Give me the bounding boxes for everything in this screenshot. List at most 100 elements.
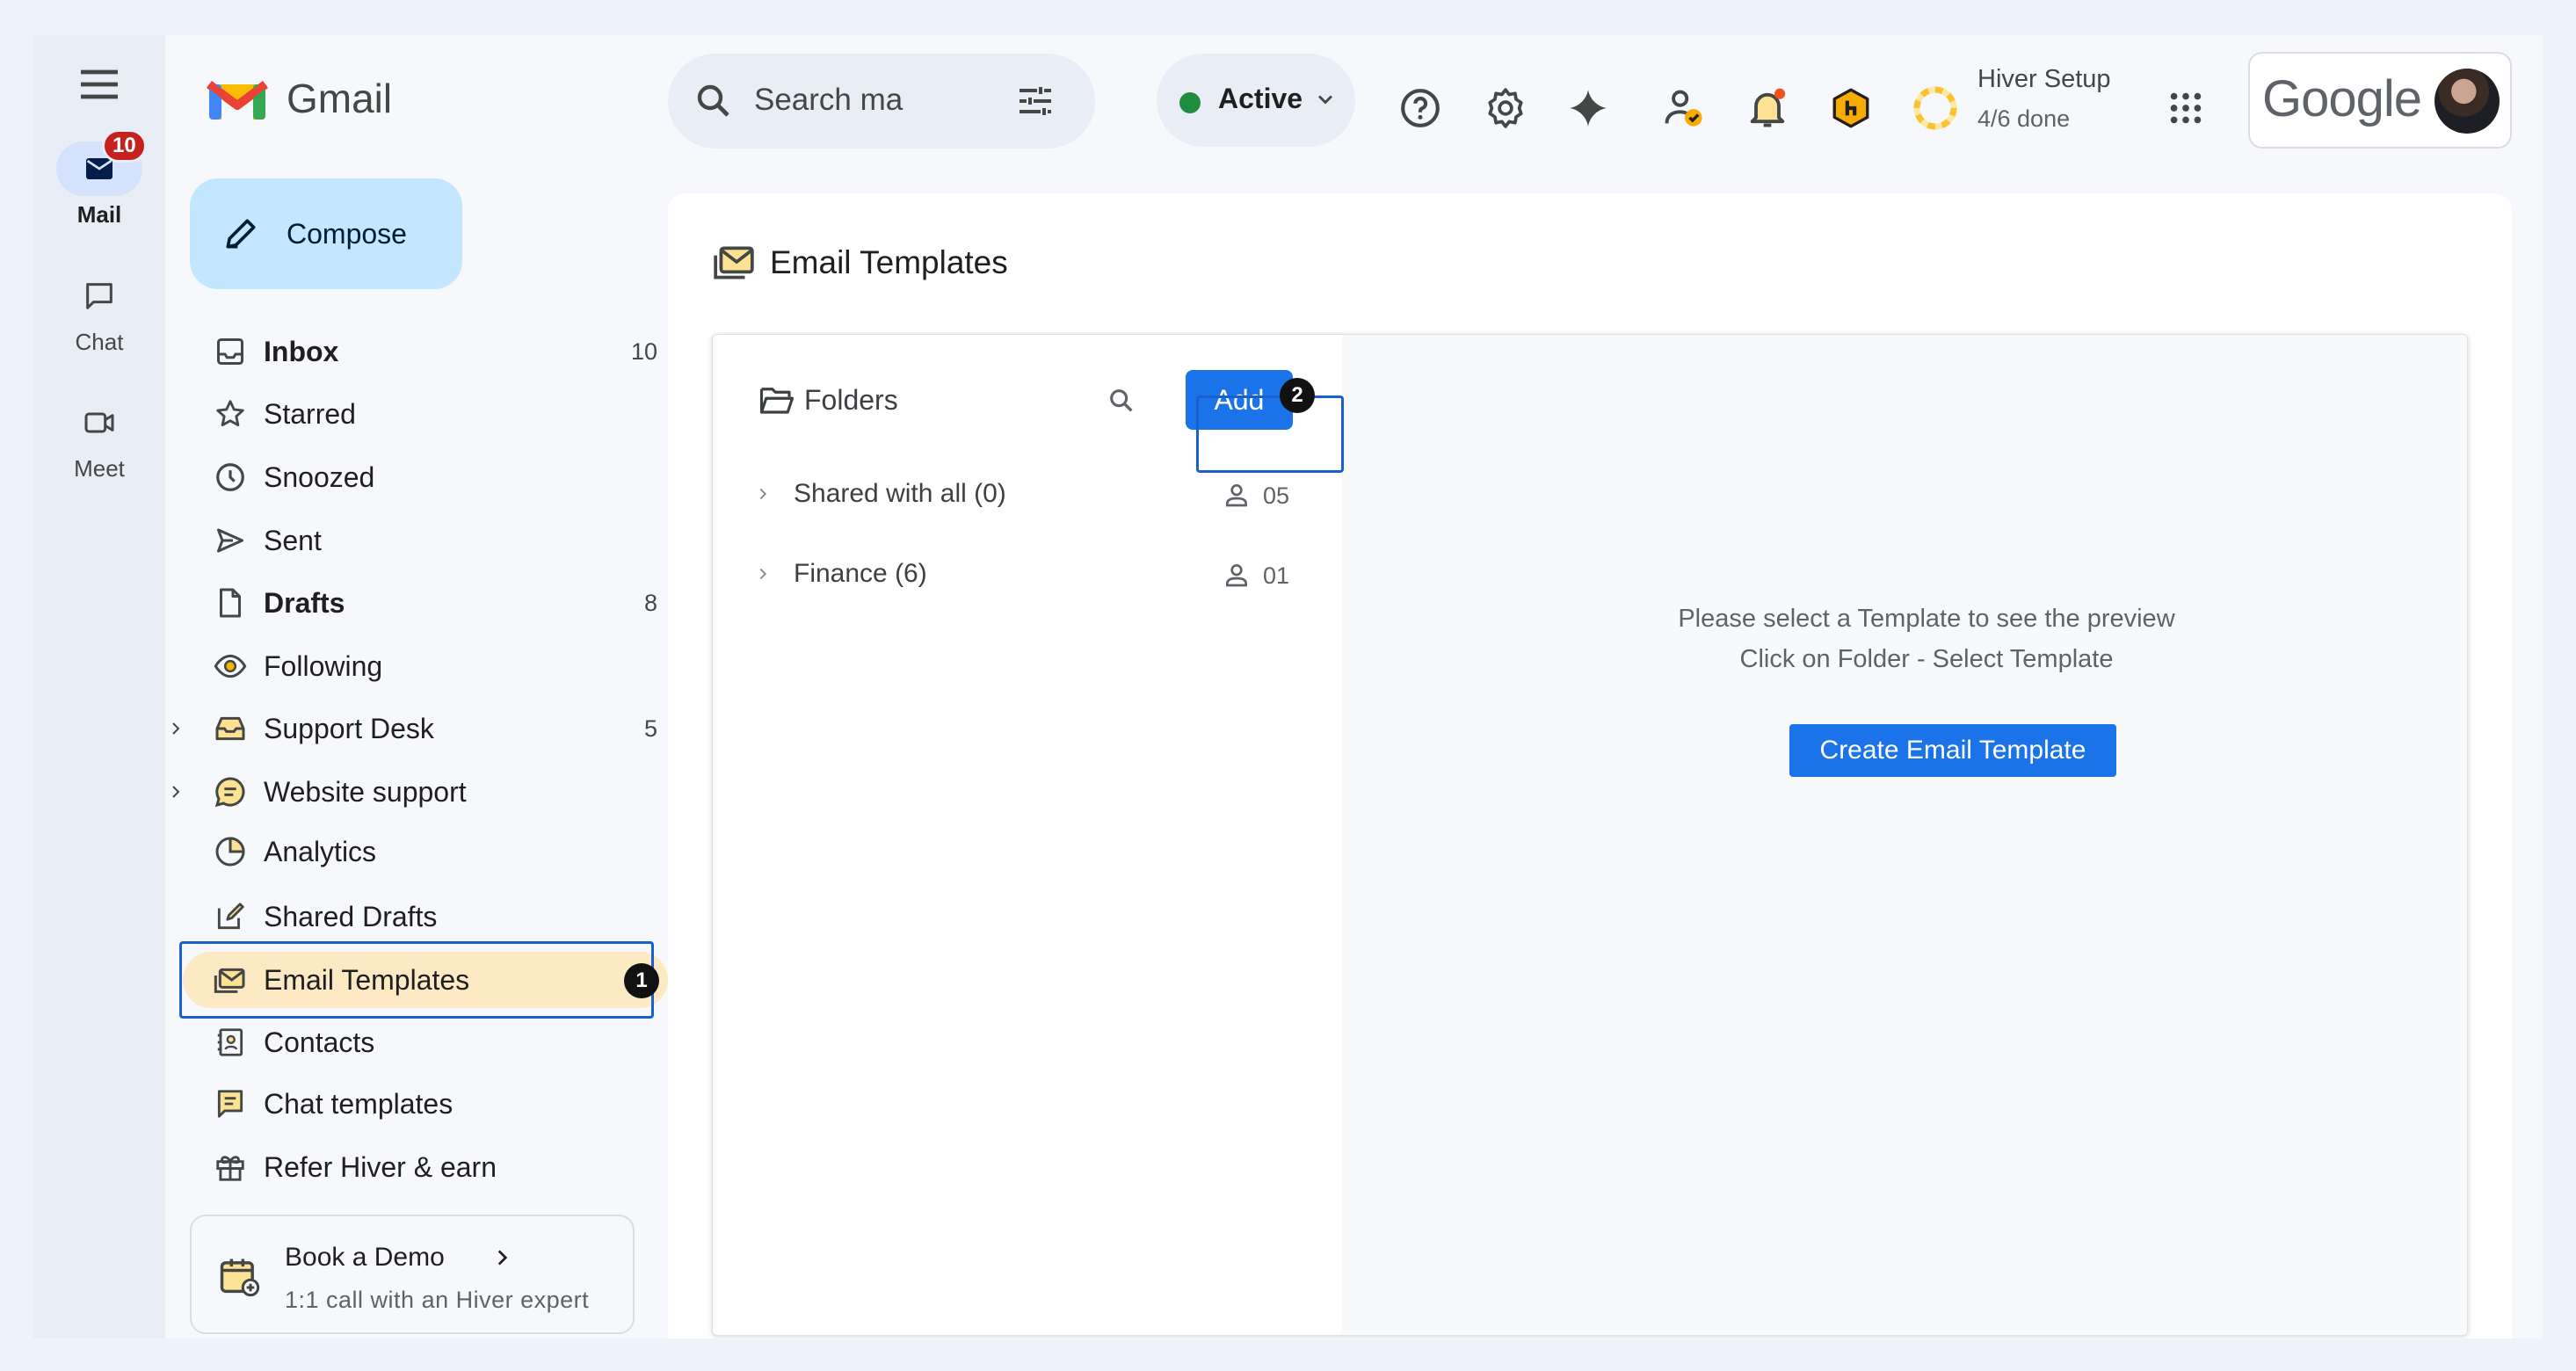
star-icon (213, 396, 248, 432)
rail-mail[interactable]: 10 Mail (33, 129, 165, 228)
status-label: Active (1218, 83, 1303, 114)
sidebar-item-analytics[interactable]: Analytics (183, 823, 668, 880)
sidebar-item-label: Refer Hiver & earn (264, 1150, 497, 1183)
hiver-setup-progress: 4/6 done (1977, 105, 2071, 132)
book-demo-subtitle: 1:1 call with an Hiver expert (285, 1287, 590, 1313)
user-icon (1223, 481, 1251, 509)
search-bar[interactable]: Search ma (668, 54, 1095, 149)
sidebar-item-sent[interactable]: Sent (183, 512, 668, 569)
gift-icon (213, 1150, 248, 1185)
app-rail: 10 Mail Chat Meet (33, 35, 165, 1338)
draft-count: 8 (643, 589, 657, 616)
folder-user-count: 05 (1263, 482, 1290, 509)
chevron-right-icon (490, 1246, 513, 1269)
rail-mail-label: Mail (76, 201, 122, 228)
folder-name: Shared with all (0) (794, 479, 1006, 508)
folder-open-icon (758, 384, 795, 416)
search-options-icon[interactable] (1014, 80, 1056, 122)
hiver-setup-title[interactable]: Hiver Setup (1977, 65, 2111, 94)
create-email-template-button[interactable]: Create Email Template (1789, 724, 2116, 777)
sidebar-item-chat-templates[interactable]: Chat templates (183, 1076, 668, 1132)
sidebar-item-snoozed[interactable]: Snoozed (183, 449, 668, 505)
send-icon (213, 523, 248, 558)
sidebar-item-label: Snoozed (264, 461, 375, 493)
gmail-wordmark: Gmail (287, 76, 393, 121)
step-marker-2: 2 (1280, 378, 1315, 413)
hiver-shield-icon[interactable] (1826, 83, 1876, 133)
status-dot (1179, 92, 1201, 113)
rail-chat[interactable]: Chat (33, 269, 165, 356)
status-selector[interactable]: Active (1157, 54, 1355, 147)
sidebar-item-label: Following (264, 649, 383, 682)
chevron-right-icon[interactable] (753, 564, 773, 584)
sidebar-item-inbox[interactable]: Inbox 10 (183, 323, 668, 380)
sidebar-item-label: Analytics (264, 835, 377, 867)
calendar-add-icon (216, 1253, 262, 1299)
sidebar-item-starred[interactable]: Starred (183, 386, 668, 442)
unread-count: 10 (630, 337, 657, 365)
pie-chart-icon (213, 834, 248, 869)
folder-row[interactable]: Finance (6) 01 (713, 548, 1342, 601)
settings-gear-icon[interactable] (1481, 83, 1530, 133)
pencil-icon (221, 214, 260, 253)
preview-empty-message: Please select a Template to see the prev… (1678, 605, 2175, 633)
highlight-add-button (1196, 395, 1344, 473)
sidebar-item-contacts[interactable]: Contacts (183, 1014, 668, 1070)
clock-icon (213, 460, 248, 495)
apps-grid-icon[interactable] (2161, 83, 2210, 133)
chevron-right-icon[interactable] (165, 781, 186, 802)
search-input[interactable]: Search ma (754, 83, 903, 118)
shared-inbox-icon (213, 711, 248, 746)
google-wordmark: Google (2262, 70, 2422, 127)
gmail-m-icon (206, 74, 269, 123)
folder-user-count: 01 (1263, 562, 1290, 589)
eye-icon (213, 649, 248, 684)
user-icon (1223, 561, 1251, 589)
main-menu-icon[interactable] (75, 60, 124, 109)
sidebar-item-support-desk[interactable]: Support Desk 5 (172, 700, 668, 757)
chat-template-icon (213, 1086, 248, 1121)
draft-icon (213, 585, 248, 620)
folder-name: Finance (6) (794, 559, 927, 588)
inbox-icon (213, 334, 248, 369)
rail-meet[interactable]: Meet (33, 395, 165, 482)
notifications-bell-icon[interactable] (1743, 83, 1792, 133)
agent-availability-icon[interactable] (1659, 83, 1709, 133)
help-icon[interactable] (1396, 83, 1445, 133)
mail-unread-badge: 10 (102, 129, 147, 163)
avatar[interactable] (2435, 69, 2500, 134)
chevron-right-icon[interactable] (753, 484, 773, 504)
compose-label: Compose (287, 217, 407, 250)
mail-template-icon (712, 243, 756, 283)
sidebar-item-label: Drafts (264, 586, 345, 619)
sidebar-item-label: Support Desk (264, 712, 434, 744)
sidebar-item-label: Shared Drafts (264, 900, 438, 932)
sidebar-item-label: Inbox (264, 335, 339, 367)
sidebar-item-label: Sent (264, 524, 322, 556)
folder-row[interactable]: Shared with all (0) 05 (713, 468, 1342, 521)
sidebar-item-label: Website support (264, 775, 467, 808)
book-demo-card[interactable]: Book a Demo 1:1 call with an Hiver exper… (190, 1215, 635, 1334)
chevron-right-icon[interactable] (165, 718, 186, 739)
search-icon[interactable] (1107, 386, 1136, 416)
setup-progress-ring-icon[interactable] (1911, 83, 1960, 133)
contacts-icon (213, 1025, 248, 1060)
account-switcher[interactable]: Google (2248, 52, 2512, 149)
search-icon (693, 80, 735, 122)
compose-button[interactable]: Compose (190, 178, 462, 289)
gmail-logo[interactable]: Gmail (206, 74, 392, 123)
book-demo-title: Book a Demo (285, 1243, 445, 1272)
chat-bubble-icon (213, 774, 248, 809)
sidebar-item-following[interactable]: Following (183, 638, 668, 694)
folders-heading: Folders (804, 384, 898, 416)
chat-icon (82, 279, 117, 314)
gemini-sparkle-icon[interactable] (1564, 83, 1613, 133)
sidebar-item-refer-hiver[interactable]: Refer Hiver & earn (183, 1139, 668, 1195)
main-panel: Email Templates Folders Add Shared with … (668, 193, 2512, 1338)
sidebar-item-shared-drafts[interactable]: Shared Drafts (183, 889, 668, 945)
sidebar-item-website-support[interactable]: Website support (172, 764, 668, 820)
edit-square-icon (213, 899, 248, 934)
sidebar-item-drafts[interactable]: Drafts 8 (183, 575, 668, 631)
unread-count: 5 (643, 715, 657, 742)
sidebar-item-label: Chat templates (264, 1087, 454, 1120)
